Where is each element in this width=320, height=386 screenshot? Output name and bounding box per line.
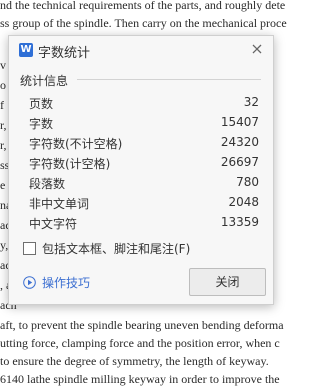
play-circle-icon[interactable]: [23, 276, 36, 289]
stat-value: 15407: [220, 115, 259, 129]
doc-line: ss group of the spindle. Then carry on t…: [0, 16, 287, 30]
stat-value: 13359: [220, 215, 259, 229]
stat-row-paragraphs: 段落数 780: [29, 173, 259, 193]
doc-line: 6140 lathe spindle milling keyway in ord…: [0, 372, 280, 386]
stat-value: 24320: [220, 135, 259, 149]
close-icon[interactable]: [250, 42, 264, 56]
section-divider: [77, 79, 261, 80]
wps-writer-icon: W: [19, 43, 33, 57]
doc-line: aft, to prevent the spindle bearing unev…: [0, 318, 284, 332]
doc-line: nd the technical requirements of the par…: [0, 0, 286, 12]
stat-label: 中文字符: [29, 217, 78, 231]
doc-line: to ensure the degree of symmetry, the le…: [0, 354, 269, 368]
stat-row-words: 字数 15407: [29, 113, 259, 133]
include-textboxes-label[interactable]: 包括文本框、脚注和尾注(F): [42, 240, 190, 257]
doc-line: f: [0, 98, 4, 112]
stats-list: 页数 32 字数 15407 字符数(不计空格) 24320 字符数(计空格) …: [29, 93, 259, 233]
stat-value: 26697: [220, 155, 259, 169]
stat-label: 非中文单词: [29, 197, 90, 211]
dialog-title: 字数统计: [38, 46, 91, 61]
section-title: 统计信息: [20, 74, 69, 88]
stat-value: 2048: [228, 195, 259, 209]
stat-label: 字数: [29, 117, 54, 131]
dialog-titlebar[interactable]: W 字数统计: [9, 36, 273, 64]
stat-row-chinese-chars: 中文字符 13359: [29, 213, 259, 233]
stat-row-chars-no-spaces: 字符数(不计空格) 24320: [29, 133, 259, 153]
doc-line: v: [0, 58, 6, 72]
word-count-dialog: W 字数统计 统计信息 页数 32 字数 15407 字符数(不计空格) 243…: [8, 35, 274, 305]
close-button[interactable]: 关闭: [189, 268, 266, 296]
stat-label: 页数: [29, 97, 54, 111]
tips-link[interactable]: 操作技巧: [42, 274, 90, 291]
stat-label: 字符数(不计空格): [29, 137, 123, 151]
stat-row-non-chinese-words: 非中文单词 2048: [29, 193, 259, 213]
stat-label: 段落数: [29, 177, 66, 191]
stat-row-pages: 页数 32: [29, 93, 259, 113]
stat-value: 780: [236, 175, 259, 189]
include-textboxes-checkbox[interactable]: [23, 242, 36, 255]
stat-row-chars-with-spaces: 字符数(计空格) 26697: [29, 153, 259, 173]
stat-label: 字符数(计空格): [29, 157, 111, 171]
doc-line: utting force, clamping force and the pos…: [0, 336, 280, 350]
stat-value: 32: [243, 95, 259, 109]
